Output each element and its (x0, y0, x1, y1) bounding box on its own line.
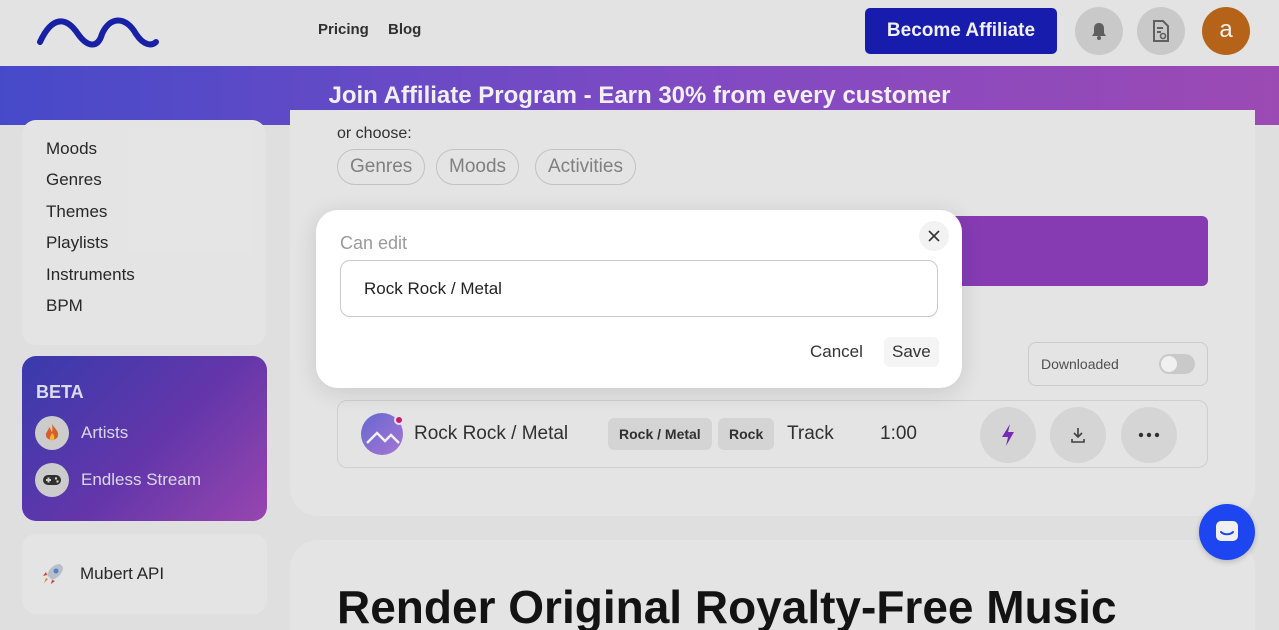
close-icon (928, 230, 940, 242)
save-button[interactable]: Save (884, 337, 939, 367)
modal-close-button[interactable] (919, 221, 949, 251)
modal-label: Can edit (340, 233, 408, 253)
cancel-button[interactable]: Cancel (802, 338, 871, 366)
track-title-input[interactable] (340, 260, 938, 317)
edit-title-modal: Can edit Cancel Save (316, 210, 962, 388)
